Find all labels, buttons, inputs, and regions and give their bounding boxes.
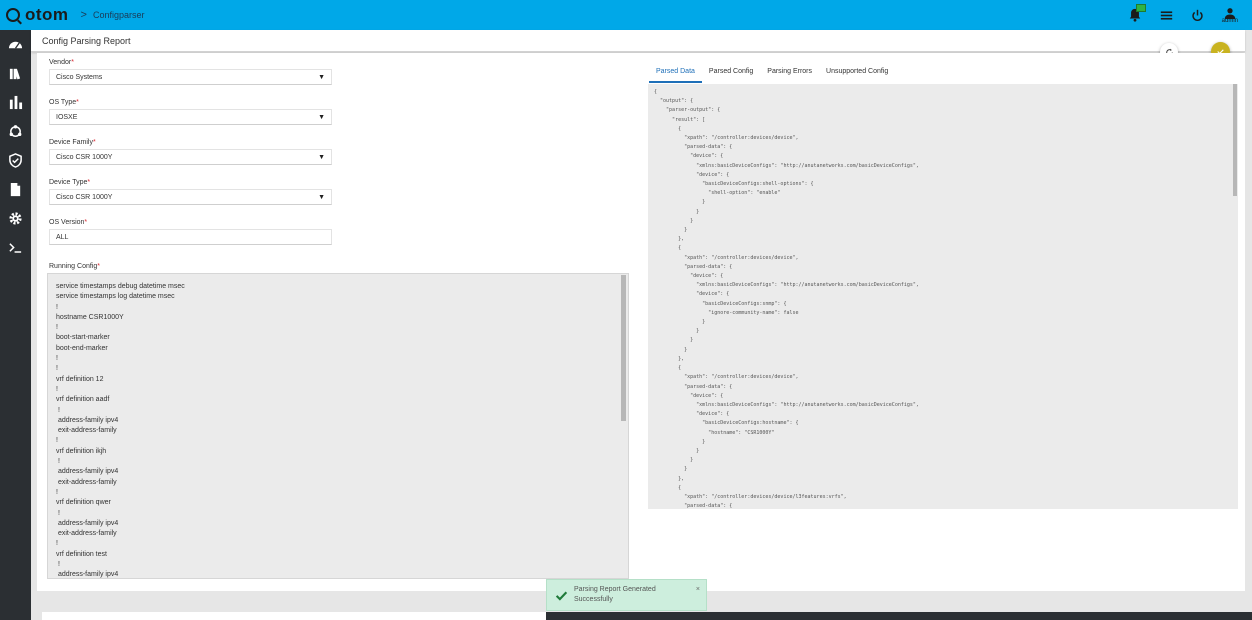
caret-down-icon: ▼ [318, 194, 325, 201]
page-header: Config Parsing Report [31, 30, 1245, 52]
parsed-data-scrollbar[interactable] [1233, 84, 1237, 196]
bar-chart-icon [9, 95, 23, 110]
document-icon [10, 182, 21, 197]
os-type-select[interactable]: IOSXE ▼ [49, 109, 332, 125]
os-type-value: IOSXE [56, 113, 78, 121]
user-name: admin [1221, 17, 1238, 24]
sidebar-item-network[interactable] [0, 117, 31, 146]
toast-line-2: Successfully [574, 596, 613, 603]
logo-icon [6, 8, 20, 22]
breadcrumb[interactable]: Configparser [93, 10, 145, 20]
app-logo[interactable]: otom [6, 5, 69, 25]
logo-text: otom [25, 5, 69, 24]
top-bar: otom > Configparser admin [0, 0, 1252, 30]
books-icon [9, 68, 21, 80]
running-config-scrollbar[interactable] [621, 275, 626, 421]
sidebar-item-library[interactable] [0, 59, 31, 88]
power-icon [1191, 9, 1203, 21]
running-config-textarea[interactable]: service timestamps debug datetime msec s… [47, 273, 629, 579]
vendor-select[interactable]: Cisco Systems ▼ [49, 69, 332, 85]
device-family-field: Device Family* Cisco CSR 1000Y ▼ [49, 139, 332, 165]
parsed-data-panel[interactable]: { "output": { "parser-output": { "result… [648, 84, 1238, 509]
caret-down-icon: ▼ [318, 74, 325, 81]
caret-down-icon: ▼ [318, 154, 325, 161]
top-actions: admin [1128, 0, 1238, 30]
sidebar-item-documents[interactable] [0, 175, 31, 204]
dashboard-icon [8, 41, 23, 49]
os-version-value: ALL [56, 233, 69, 241]
menu-button[interactable] [1160, 9, 1173, 22]
sidebar-item-security[interactable] [0, 146, 31, 175]
device-type-label: Device Type* [49, 179, 91, 186]
device-family-label: Device Family* [49, 139, 96, 146]
sidebar [0, 30, 31, 620]
result-tabs: Parsed Data Parsed Config Parsing Errors… [649, 65, 895, 83]
network-icon [9, 125, 22, 137]
vendor-field: Vendor* Cisco Systems ▼ [49, 59, 332, 85]
sidebar-item-dashboard[interactable] [0, 30, 31, 59]
toast-close-button[interactable]: × [696, 586, 700, 593]
gear-icon [9, 212, 22, 225]
success-toast: Parsing Report Generated Successfully × [546, 579, 707, 611]
parsed-data-json: { "output": { "parser-output": { "result… [654, 89, 919, 509]
check-icon [555, 591, 568, 601]
device-type-select[interactable]: Cisco CSR 1000Y ▼ [49, 189, 332, 205]
tab-parsed-config[interactable]: Parsed Config [702, 65, 760, 83]
breadcrumb-separator: > [80, 9, 87, 21]
main-content: Vendor* Cisco Systems ▼ OS Type* IOSXE ▼… [37, 53, 1245, 591]
toast-line-1: Parsing Report Generated [574, 586, 656, 593]
running-config-label: Running Config* [49, 263, 100, 270]
notifications-button[interactable] [1128, 4, 1146, 22]
tab-unsupported-config[interactable]: Unsupported Config [819, 65, 895, 83]
device-type-field: Device Type* Cisco CSR 1000Y ▼ [49, 179, 332, 205]
sidebar-item-reports[interactable] [0, 88, 31, 117]
footer-strip [42, 612, 1252, 620]
tab-parsing-errors[interactable]: Parsing Errors [760, 65, 819, 83]
footer-light-region [42, 612, 546, 620]
os-version-label: OS Version* [49, 219, 88, 226]
os-version-field: OS Version* ALL [49, 219, 332, 245]
device-type-value: Cisco CSR 1000Y [56, 193, 113, 201]
menu-icon [1160, 10, 1172, 20]
shield-icon [9, 153, 22, 168]
toast-message: Parsing Report Generated Successfully [574, 585, 656, 605]
running-config-text: service timestamps debug datetime msec s… [56, 283, 185, 579]
power-button[interactable] [1191, 9, 1204, 22]
device-family-value: Cisco CSR 1000Y [56, 153, 113, 161]
os-type-label: OS Type* [49, 99, 79, 106]
device-family-select[interactable]: Cisco CSR 1000Y ▼ [49, 149, 332, 165]
caret-down-icon: ▼ [318, 114, 325, 121]
sidebar-item-settings[interactable] [0, 204, 31, 233]
user-menu[interactable]: admin [1222, 7, 1238, 24]
os-version-input[interactable]: ALL [49, 229, 332, 245]
page-title: Config Parsing Report [42, 36, 131, 46]
notification-flag [1135, 4, 1146, 12]
sidebar-item-terminal[interactable] [0, 233, 31, 262]
os-type-field: OS Type* IOSXE ▼ [49, 99, 332, 125]
vendor-label: Vendor* [49, 59, 74, 66]
terminal-icon [9, 243, 22, 253]
tab-parsed-data[interactable]: Parsed Data [649, 65, 702, 83]
vendor-value: Cisco Systems [56, 73, 103, 81]
